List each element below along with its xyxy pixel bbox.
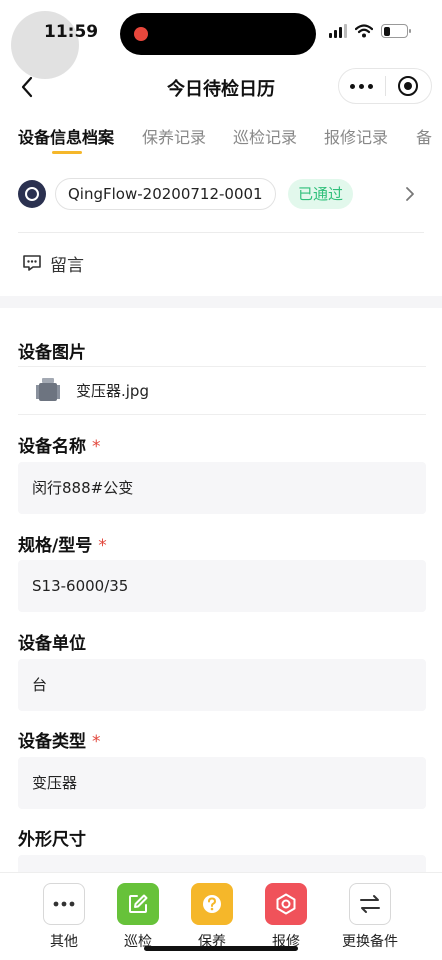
field-label-type: 设备类型 *: [18, 732, 101, 752]
field-label-unit: 设备单位: [18, 634, 86, 654]
nav-bar: 今日待检日历: [0, 64, 442, 110]
record-id: QingFlow-20200712-0001: [55, 178, 276, 210]
comment-icon: [23, 255, 41, 271]
status-bar: 11:59: [0, 0, 442, 79]
edit-icon: [117, 883, 159, 925]
system-icons: [329, 24, 411, 38]
more-icon: [43, 883, 85, 925]
attachment-file[interactable]: 变压器.jpg: [36, 375, 149, 405]
tab-device-info[interactable]: 设备信息档案: [18, 124, 114, 148]
tab-maintenance[interactable]: 保养记录: [142, 124, 206, 148]
home-indicator: [144, 946, 298, 951]
tab-spare-parts[interactable]: 备: [416, 124, 432, 148]
wrench-icon: [265, 883, 307, 925]
status-time: 11:59: [44, 22, 99, 42]
question-icon: [191, 883, 233, 925]
inspection-button[interactable]: 巡检: [103, 883, 173, 951]
battery-icon: [381, 24, 411, 38]
more-button[interactable]: [339, 69, 385, 103]
required-mark: *: [92, 732, 101, 752]
tab-inspection[interactable]: 巡检记录: [233, 124, 297, 148]
app-avatar: [18, 180, 46, 208]
close-mini-program-button[interactable]: [386, 69, 432, 103]
status-badge: 已通过: [288, 179, 354, 209]
other-label: 其他: [50, 934, 78, 950]
more-dots-icon: [350, 83, 374, 89]
field-label-name: 设备名称 *: [18, 437, 101, 457]
other-button[interactable]: 其他: [29, 883, 99, 951]
device-type-field[interactable]: 变压器: [18, 757, 426, 809]
required-mark: *: [92, 437, 101, 457]
swap-icon: [349, 883, 391, 925]
dynamic-island: [120, 13, 316, 55]
device-name-field[interactable]: 闵行888#公变: [18, 462, 426, 514]
required-mark: *: [98, 536, 107, 556]
device-model-field[interactable]: S13-6000/35: [18, 560, 426, 612]
transformer-image-thumbnail: [36, 377, 60, 403]
mini-program-capsule: [338, 68, 432, 104]
section-divider: [0, 296, 442, 308]
divider: [18, 366, 426, 367]
device-unit-field[interactable]: 台: [18, 659, 426, 711]
divider: [18, 414, 426, 415]
divider: [18, 232, 424, 233]
tab-repair[interactable]: 报修记录: [324, 124, 388, 148]
tab-active-indicator: [52, 151, 82, 154]
target-icon: [398, 76, 419, 96]
repair-button[interactable]: 报修: [251, 883, 321, 951]
comment-label: 留言: [50, 255, 84, 276]
maintenance-button[interactable]: 保养: [177, 883, 247, 951]
replace-parts-button[interactable]: 更换备件: [335, 883, 405, 951]
field-label-size: 外形尺寸: [18, 830, 86, 850]
field-label-model: 规格/型号 *: [18, 536, 107, 556]
file-name: 变压器.jpg: [76, 381, 149, 400]
signal-icon: [329, 24, 347, 38]
field-label-image: 设备图片: [18, 343, 86, 363]
replace-parts-label: 更换备件: [342, 934, 398, 950]
comment-button[interactable]: 留言: [22, 248, 84, 278]
record-header[interactable]: QingFlow-20200712-0001 已通过: [18, 174, 424, 214]
recording-icon: [134, 27, 148, 41]
wifi-icon: [355, 24, 373, 38]
chevron-right-icon[interactable]: [400, 184, 420, 204]
